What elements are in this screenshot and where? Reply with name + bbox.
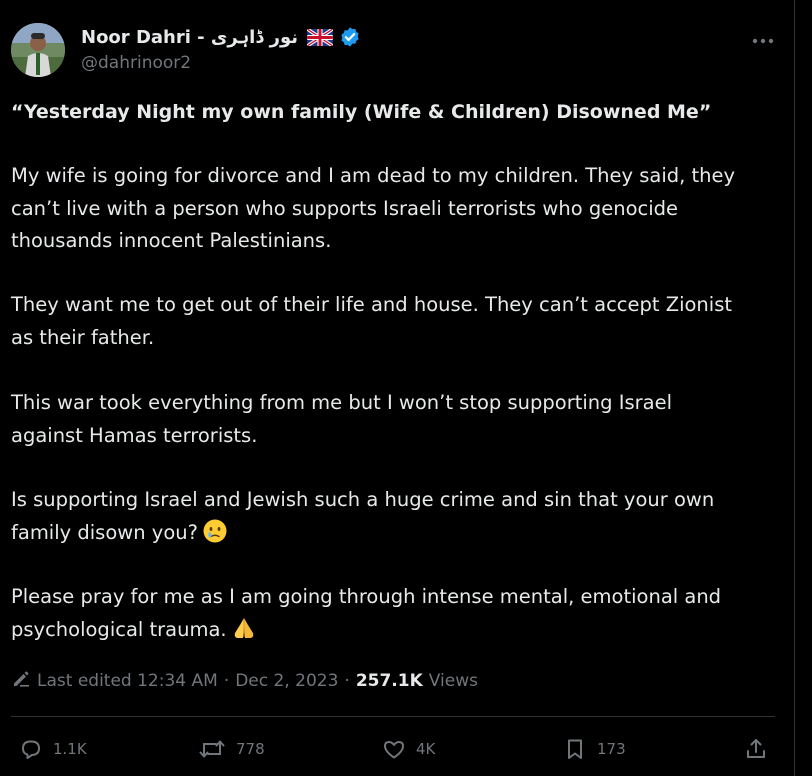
tweet-date[interactable]: Dec 2, 2023 [235,671,338,691]
uk-flag-icon [306,27,334,47]
divider [11,716,775,717]
tweet-text-line-with-emoji: family disown you? [11,517,783,550]
tweet-text-line: Is supporting Israel and Jewish such a h… [11,488,715,511]
share-button[interactable] [744,730,768,768]
repost-count: 778 [236,740,265,758]
tweet-text-line: thousands innocent Palestinians. [11,229,332,252]
tweet-text-line-with-emoji: psychological trauma. [11,614,783,647]
tweet-text-line: against Hamas terrorists. [11,423,258,447]
reply-icon [19,737,43,761]
repost-button[interactable]: 778 [198,730,265,768]
tweet-text-line: This war took everything from me but I w… [11,391,673,414]
tweet-text-line: My wife is going for divorce and I am de… [11,164,736,187]
avatar[interactable] [11,23,65,77]
meta-separator: · [344,671,350,691]
verified-badge-icon[interactable] [339,26,361,48]
tweet-headline: “Yesterday Night my own family (Wife & C… [11,101,712,123]
share-icon [744,737,768,761]
tweet-text: family disown you? [11,520,198,544]
views-label: Views [428,671,478,691]
tweet-card: Noor Dahri - نور ڈاہری @dahrinoor2 “Yest… [0,0,795,776]
tweet-text-line: as their father. [11,325,155,349]
tweet-paragraph-1: My wife is going for divorce and I am de… [11,160,783,258]
tweet-paragraph-5: Please pray for me as I am going through… [11,581,783,646]
like-count: 4K [416,740,436,758]
tweet-text-line: can’t live with a person who supports Is… [11,196,679,220]
tweet-meta-row: Last edited 12:34 AM · Dec 2, 2023 · 257… [11,666,478,696]
more-dots-icon [752,29,774,48]
more-options-button[interactable] [746,24,780,52]
author-handle[interactable]: @dahrinoor2 [81,53,191,73]
author-name-row: Noor Dahri - نور ڈاہری [81,24,361,50]
last-edited-link[interactable]: Last edited 12:34 AM [37,671,218,691]
tweet-text: psychological trauma. [11,617,227,641]
bookmark-icon [563,737,587,761]
bookmark-button[interactable]: 173 [563,730,626,768]
folded-hands-emoji [231,615,257,641]
bookmark-count: 173 [597,740,626,758]
author-display-name[interactable]: Noor Dahri - نور ڈاہری [81,27,298,48]
tweet-text-line: Please pray for me as I am going through… [11,585,722,608]
tweet-paragraph-3: This war took everything from me but I w… [11,387,783,452]
repost-icon [198,737,226,761]
pencil-icon [11,669,31,694]
tweet-paragraph-4: Is supporting Israel and Jewish such a h… [11,484,783,549]
views-count: 257.1K [355,671,423,691]
reply-button[interactable]: 1.1K [19,730,87,768]
tweet-text-line: They want me to get out of their life an… [11,293,733,316]
tweet-paragraph-2: They want me to get out of their life an… [11,289,783,354]
heart-icon [382,737,406,761]
meta-separator: · [223,671,230,691]
crying-face-emoji [202,518,228,544]
reply-count: 1.1K [53,740,87,758]
like-button[interactable]: 4K [382,730,435,768]
action-bar: 1.1K 778 4K 173 [0,730,794,768]
